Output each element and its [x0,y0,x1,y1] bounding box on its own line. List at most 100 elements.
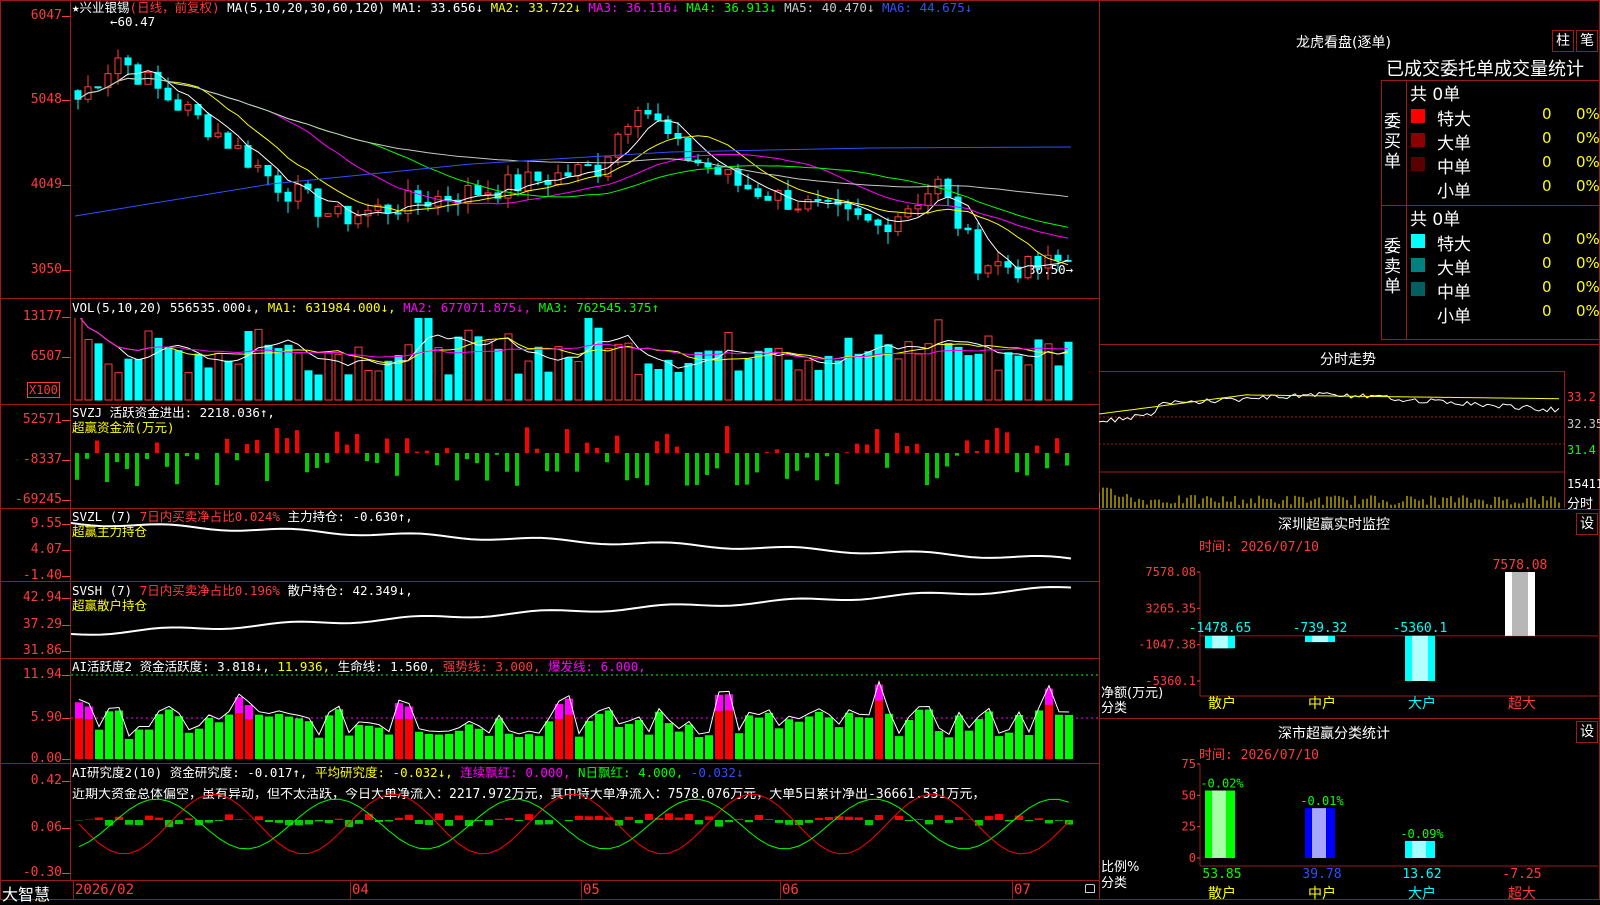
y-tick-label: -1.40 [2,568,62,583]
svsh-chart[interactable] [71,582,1099,658]
candle-body [925,194,931,206]
date-label: 06 [782,882,799,898]
money-flow-bar [275,428,279,453]
monitor-settings-button[interactable]: 设 [1576,513,1598,535]
volume-bar [615,344,622,400]
money-flow-bar [425,451,429,453]
activity-bar [675,732,683,759]
activity-bar [625,724,633,759]
activity-bar [445,734,453,759]
money-flow-bar [1005,432,1009,453]
y-tick [62,460,70,461]
money-flow-bar [505,453,509,472]
activity-bar [295,718,303,759]
volume-bar [835,361,842,400]
svzl-chart[interactable] [71,509,1099,581]
money-flow-bar [355,434,359,453]
stats-settings-button[interactable]: 设 [1576,721,1598,743]
order-color-swatch [1411,133,1425,147]
volume-bar [1035,340,1042,400]
activity-bar [995,736,1003,759]
research-bar [685,814,693,820]
y-tick [62,100,70,101]
activity-bar [115,711,123,759]
candle-body [135,65,141,84]
candle-body [225,133,231,148]
research-bar [385,820,393,821]
candle-body [865,215,871,221]
order-percent: 0% [1576,129,1600,147]
ma-value: MA2: 33.722↓ [491,0,589,15]
activity-bar [485,736,493,759]
candle-body [325,214,331,217]
volume-bar [915,354,922,400]
research-bar [855,817,863,820]
money-flow-bar [185,453,189,456]
money-flow-bar [995,428,999,453]
candle-body [535,172,541,180]
research-bar [425,820,433,825]
intraday-chart[interactable] [1099,372,1565,508]
y-tick-label: 5.90 [2,710,62,725]
order-type-label: 特大 [1437,105,1471,130]
svzj-chart[interactable] [71,405,1099,507]
lock-icon[interactable] [1085,884,1095,893]
activity-bar [285,717,293,759]
money-flow-bar [785,453,789,479]
order-color-swatch [1411,234,1425,248]
volume-bar [345,375,352,400]
money-flow-bar [125,453,129,469]
activity-bar [105,711,113,759]
y-tick-label: 42.94 [2,590,62,605]
pen-mode-button[interactable]: 笔 [1576,30,1598,52]
volume-chart[interactable] [71,318,1099,403]
activity-bar [135,730,143,759]
volume-bar [495,349,502,400]
research-bar [985,816,993,820]
money-flow-bar [85,453,89,459]
money-flow-bar [475,453,479,463]
activity-bar [655,712,663,759]
ai-active-chart[interactable] [71,659,1099,763]
candle-body [255,165,261,167]
vol-value: MA2: 677071.875↓, [403,300,538,315]
money-flow-bar [655,441,659,453]
category-label: 大户 [1408,885,1436,900]
y-tick [62,651,70,652]
research-bar [415,820,423,824]
money-flow-bar [415,452,419,453]
candle-body [215,133,221,137]
money-flow-bar [335,432,339,453]
ai-research-chart[interactable] [71,764,1099,880]
chart-mode[interactable]: (日线，前复权) [130,0,220,15]
stats-sep [1099,718,1600,719]
activity-bar [945,737,953,759]
money-flow-bar [195,453,199,459]
volume-bar [855,354,862,400]
stats-bar-chart[interactable]: 7550250-0.02%53.85散户-0.01%39.78中户-0.09%1… [1100,755,1598,900]
candle-body [895,217,901,232]
bar-mode-button[interactable]: 柱 [1552,30,1574,52]
activity-bar [825,717,833,759]
research-bar [745,820,753,822]
research-bar [225,814,233,820]
research-bar [635,820,643,823]
money-flow-bar [755,453,759,472]
monitor-bar-chart[interactable]: 7578.083265.35-1047.38-5360.1-1478.65散户-… [1100,555,1598,715]
money-flow-bar [295,430,299,453]
volume-bar [105,364,112,400]
candlestick-chart[interactable] [71,14,1099,298]
order-type-label: 小单 [1437,177,1471,202]
activity-bar [205,718,213,759]
activity-peak [75,702,83,718]
candle-body [295,184,301,201]
money-flow-bar [825,453,829,456]
volume-bar [555,347,562,400]
candle-body [285,192,291,201]
money-flow-bar [375,453,379,463]
research-bar [305,820,313,824]
order-count: 0 [1542,278,1552,296]
activity-bar [255,715,263,759]
y-tick-label: 6047 [2,8,62,23]
stock-name[interactable]: 兴业银锡 [80,0,130,15]
